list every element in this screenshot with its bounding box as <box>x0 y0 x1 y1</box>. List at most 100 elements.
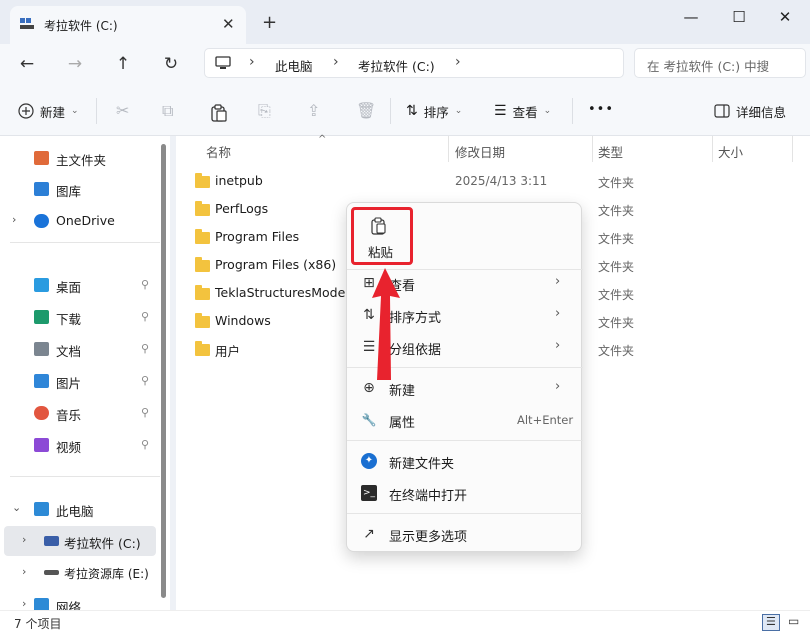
refresh-button[interactable]: ↻ <box>160 54 182 76</box>
column-header-size[interactable]: 大小 <box>718 142 743 161</box>
sidebar-item-drive-c[interactable]: › 考拉软件 (C:) <box>4 526 156 556</box>
menu-item-properties[interactable]: 🔧 属性 Alt+Enter <box>347 404 583 436</box>
breadcrumb-separator: › <box>333 54 339 70</box>
more-options-icon[interactable]: ••• <box>588 102 614 117</box>
breadcrumb-separator: › <box>249 54 255 70</box>
divider <box>347 440 583 441</box>
music-icon <box>34 406 49 420</box>
column-header-name[interactable]: 名称 <box>206 142 231 161</box>
sidebar-item-home[interactable]: 主文件夹 <box>0 143 160 173</box>
details-pane-icon <box>714 104 730 118</box>
terminal-icon: >_ <box>361 485 377 501</box>
sidebar-scrollbar[interactable] <box>161 144 166 598</box>
sidebar-item-pictures[interactable]: 图片 ⚲ <box>0 366 160 396</box>
breadcrumb-drive-c[interactable]: 考拉软件 (C:) <box>358 56 435 75</box>
paste-label: 粘贴 <box>368 245 394 260</box>
tab-close-icon[interactable]: ✕ <box>222 15 235 33</box>
title-bar: 考拉软件 (C:) ✕ + — ☐ ✕ <box>0 0 810 44</box>
sidebar-item-this-pc[interactable]: ⌄ 此电脑 <box>0 494 160 524</box>
sidebar-item-gallery[interactable]: 图库 <box>0 174 160 204</box>
view-button[interactable]: ☰ 查看 ⌄ <box>494 99 551 123</box>
forward-button[interactable]: → <box>64 54 86 76</box>
column-header-date[interactable]: 修改日期 <box>455 142 505 161</box>
divider <box>390 98 391 124</box>
sort-button[interactable]: ⇅ 排序 ⌄ <box>406 99 462 123</box>
sidebar-item-onedrive[interactable]: › OneDrive <box>0 206 160 236</box>
minimize-button[interactable]: — <box>676 8 706 28</box>
column-divider[interactable] <box>592 136 593 162</box>
more-options-icon: ↗ <box>363 526 375 542</box>
paste-icon[interactable] <box>211 104 227 122</box>
new-button[interactable]: 新建 ⌄ <box>18 99 79 123</box>
drive-icon <box>44 536 59 546</box>
cloud-icon <box>34 214 49 228</box>
chevron-right-icon[interactable]: › <box>22 565 26 578</box>
sidebar-item-music[interactable]: 音乐 ⚲ <box>0 398 160 428</box>
column-divider[interactable] <box>712 136 713 162</box>
pin-icon: ⚲ <box>141 278 150 291</box>
column-divider[interactable] <box>448 136 449 162</box>
folder-icon <box>195 285 210 300</box>
back-button[interactable]: ← <box>16 54 38 76</box>
divider <box>10 242 160 243</box>
copy-icon[interactable]: ⧉ <box>162 101 173 121</box>
column-header-type[interactable]: 类型 <box>598 142 623 161</box>
cut-icon[interactable]: ✂ <box>116 101 129 120</box>
chevron-down-icon[interactable]: ⌄ <box>12 501 21 514</box>
status-bar: 7 个项目 ☰ ▭ <box>0 610 810 634</box>
plus-circle-icon: ⊕ <box>363 380 375 396</box>
command-bar: 新建 ⌄ ✂ ⧉ ⎘ ⇪ 🗑 ⇅ 排序 ⌄ ☰ 查看 ⌄ ••• 详细信息 <box>0 86 810 136</box>
paste-button[interactable]: 粘贴 <box>351 207 413 265</box>
address-bar[interactable]: › 此电脑 › 考拉软件 (C:) › <box>204 48 624 78</box>
drive-icon <box>20 18 34 29</box>
drive-icon <box>44 570 59 575</box>
chevron-right-icon[interactable]: › <box>22 533 26 546</box>
sidebar-item-videos[interactable]: 视频 ⚲ <box>0 430 160 460</box>
up-button[interactable]: ↑ <box>112 54 134 76</box>
divider <box>96 98 97 124</box>
rename-icon[interactable]: ⎘ <box>258 101 271 121</box>
divider <box>10 476 160 477</box>
chevron-right-icon: › <box>555 379 561 394</box>
search-input[interactable]: 在 考拉软件 (C:) 中搜 <box>634 48 806 78</box>
details-view-toggle[interactable]: ☰ <box>762 614 780 631</box>
column-divider[interactable] <box>792 136 793 162</box>
sidebar-item-documents[interactable]: 文档 ⚲ <box>0 334 160 364</box>
view-icon: ☰ <box>494 103 507 119</box>
computer-icon <box>34 502 49 516</box>
pin-icon: ⚲ <box>141 310 150 323</box>
chevron-right-icon[interactable]: › <box>22 597 26 610</box>
divider <box>347 513 583 514</box>
tab-drive-c[interactable]: 考拉软件 (C:) ✕ <box>10 6 246 44</box>
folder-icon <box>195 229 210 244</box>
details-label: 详细信息 <box>736 104 787 120</box>
download-icon <box>34 310 49 324</box>
share-icon[interactable]: ⇪ <box>307 101 320 120</box>
wrench-icon: 🔧 <box>361 413 377 427</box>
pin-icon: ⚲ <box>141 374 150 387</box>
divider <box>572 98 573 124</box>
chevron-right-icon[interactable]: › <box>12 213 16 226</box>
tiles-view-toggle[interactable]: ▭ <box>788 614 799 628</box>
home-icon <box>34 151 49 165</box>
menu-item-new-folder[interactable]: ✦ 新建文件夹 <box>347 445 583 477</box>
computer-icon <box>215 56 231 69</box>
pin-icon: ⚲ <box>141 406 150 419</box>
maximize-button[interactable]: ☐ <box>724 8 754 28</box>
sidebar-item-downloads[interactable]: 下载 ⚲ <box>0 302 160 332</box>
close-button[interactable]: ✕ <box>770 8 800 28</box>
delete-icon[interactable]: 🗑 <box>356 101 376 120</box>
details-pane-button[interactable]: 详细信息 <box>714 99 786 123</box>
breadcrumb-this-pc[interactable]: 此电脑 <box>275 56 313 75</box>
menu-item-open-in-terminal[interactable]: >_ 在终端中打开 <box>347 477 583 509</box>
sidebar-item-drive-e[interactable]: › 考拉资源库 (E:) <box>0 558 160 588</box>
search-placeholder: 在 考拉软件 (C:) 中搜 <box>647 59 770 74</box>
new-tab-button[interactable]: + <box>262 12 277 33</box>
new-folder-icon: ✦ <box>361 453 377 469</box>
sort-label: 排序 <box>423 104 449 120</box>
file-row-inetpub[interactable]: inetpub 2025/4/13 3:11 文件夹 <box>176 167 810 195</box>
list-view-icon: ☰ <box>766 615 776 628</box>
menu-item-show-more-options[interactable]: ↗ 显示更多选项 <box>347 518 583 550</box>
sidebar-item-desktop[interactable]: 桌面 ⚲ <box>0 270 160 300</box>
video-icon <box>34 438 49 452</box>
